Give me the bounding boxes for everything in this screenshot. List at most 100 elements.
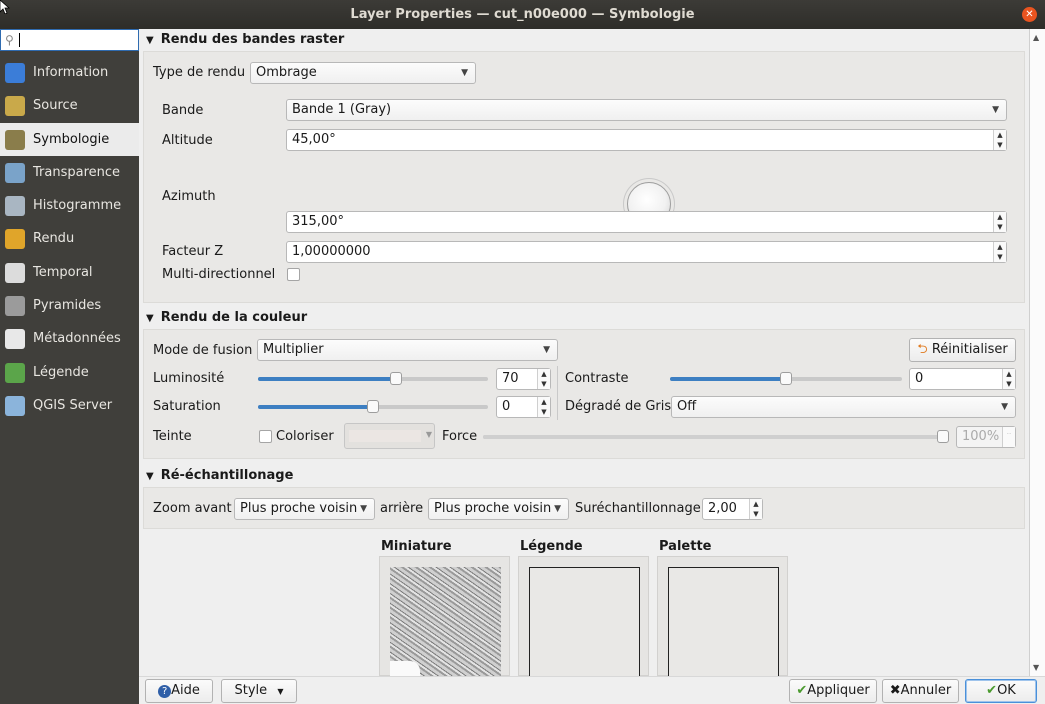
grayscale-label: Dégradé de Gris <box>565 399 672 414</box>
sidebar-item-label: Information <box>33 65 109 80</box>
apply-label: Appliquer <box>807 683 870 698</box>
metadata-icon <box>5 329 25 350</box>
saturation-spinbox[interactable]: 0 ▲ ▼ <box>496 396 551 418</box>
colorize-color-button[interactable]: ▼ <box>344 423 435 449</box>
saturation-label: Saturation <box>153 399 221 414</box>
section-header-resampling[interactable]: ▼ Ré-échantillonage <box>139 465 1029 487</box>
server-icon <box>5 395 25 416</box>
help-icon: ? <box>158 685 172 698</box>
chevron-down-icon: ▼ <box>461 68 468 78</box>
colorize-checkbox[interactable] <box>259 430 272 443</box>
spin-arrows-icon[interactable]: ▲ ▼ <box>537 397 550 417</box>
oversampling-value: 2,00 <box>708 501 737 516</box>
chevron-down-icon: ▼ <box>1001 402 1008 412</box>
color-swatch <box>349 430 421 442</box>
legend-frame <box>529 567 640 676</box>
oversampling-spinbox[interactable]: 2,00 ▲ ▼ <box>702 498 763 520</box>
sidebar-item-histogramme[interactable]: Histogramme <box>0 189 139 222</box>
blend-mode-label: Mode de fusion <box>153 343 253 358</box>
scroll-up-icon[interactable]: ▲ <box>1033 33 1039 42</box>
scroll-down-icon[interactable]: ▼ <box>1033 663 1039 672</box>
saturation-slider[interactable] <box>258 400 488 413</box>
window-titlebar[interactable]: Layer Properties — cut_n00e000 — Symbolo… <box>0 0 1045 29</box>
spin-arrows-icon[interactable]: ▲ ▼ <box>993 130 1006 150</box>
sidebar-item-temporal[interactable]: Temporal <box>0 256 139 289</box>
render-type-select[interactable]: Ombrage ▼ <box>250 62 476 84</box>
slider-fill <box>258 377 396 381</box>
render-type-label: Type de rendu <box>153 65 246 80</box>
slider-handle[interactable] <box>367 400 379 413</box>
slider-handle[interactable] <box>937 430 949 443</box>
force-slider[interactable] <box>483 430 949 443</box>
search-input[interactable]: ⚲ <box>0 29 139 51</box>
brightness-slider[interactable] <box>258 372 488 385</box>
vertical-scrollbar[interactable]: ▲ ▼ <box>1029 29 1045 676</box>
azimuth-spinbox[interactable]: 315,00° ▲ ▼ <box>286 211 1007 233</box>
cancel-icon: ✖ <box>889 683 901 698</box>
zfactor-spinbox[interactable]: 1,00000000 ▲ ▼ <box>286 241 1007 263</box>
reset-button[interactable]: ⮌ Réinitialiser <box>909 338 1016 362</box>
section-title: Rendu de la couleur <box>160 310 308 325</box>
band-select[interactable]: Bande 1 (Gray) ▼ <box>286 99 1007 121</box>
multidirectional-checkbox[interactable] <box>287 268 300 281</box>
azimuth-value: 315,00° <box>292 214 344 229</box>
spin-arrows-icon[interactable]: ▲ ▼ <box>993 242 1006 262</box>
reset-label: Réinitialiser <box>931 342 1008 357</box>
zoom-out-select[interactable]: Plus proche voisin ▼ <box>428 498 569 520</box>
sidebar-item-m-tadonn-es[interactable]: Métadonnées <box>0 322 139 355</box>
zoom-in-select[interactable]: Plus proche voisin ▼ <box>234 498 375 520</box>
sidebar-item-rendu[interactable]: Rendu <box>0 222 139 255</box>
slider-fill <box>258 405 373 409</box>
thumbnail-title: Miniature <box>381 539 452 554</box>
sidebar-item-l-gende[interactable]: Légende <box>0 356 139 389</box>
brightness-value: 70 <box>502 371 519 386</box>
slider-handle[interactable] <box>780 372 792 385</box>
sidebar-item-source[interactable]: Source <box>0 89 139 122</box>
brush-icon <box>5 229 25 250</box>
zoom-in-label: Zoom avant <box>153 501 232 516</box>
contrast-slider[interactable] <box>670 372 902 385</box>
contrast-spinbox[interactable]: 0 ▲ ▼ <box>909 368 1016 390</box>
checkmark-icon: ✔ <box>986 683 998 698</box>
spin-arrows-icon: .. <box>1002 427 1015 447</box>
spin-arrows-icon[interactable]: ▲ ▼ <box>749 499 762 519</box>
section-header-color[interactable]: ▼ Rendu de la couleur <box>139 307 1029 329</box>
sidebar-item-pyramides[interactable]: Pyramides <box>0 289 139 322</box>
altitude-spinbox[interactable]: 45,00° ▲ ▼ <box>286 129 1007 151</box>
contrast-label: Contraste <box>565 371 629 386</box>
close-icon[interactable]: ✕ <box>1022 7 1037 22</box>
thumbnail-preview <box>379 556 510 676</box>
sidebar-item-transparence[interactable]: Transparence <box>0 156 139 189</box>
spin-arrows-icon[interactable]: ▲ ▼ <box>993 212 1006 232</box>
blend-mode-value: Multiplier <box>263 342 324 357</box>
histogram-icon <box>5 196 25 217</box>
cancel-button[interactable]: ✖Annuler <box>882 679 959 703</box>
apply-button[interactable]: ✔Appliquer <box>789 679 877 703</box>
help-button[interactable]: ? Aide <box>145 679 213 703</box>
pyramid-icon <box>5 296 25 317</box>
contrast-value: 0 <box>915 371 924 386</box>
azimuth-label: Azimuth <box>162 189 216 204</box>
main-pane: ▼ Rendu des bandes raster Type de rendu O… <box>139 29 1029 676</box>
palette-preview <box>657 556 788 676</box>
band-value: Bande 1 (Gray) <box>292 102 392 117</box>
resampling-panel: Zoom avant Plus proche voisin ▼ arrière … <box>143 487 1025 529</box>
style-button[interactable]: Style ▼ <box>221 679 297 703</box>
blend-mode-select[interactable]: Multiplier ▼ <box>257 339 558 361</box>
text-caret <box>19 33 20 47</box>
force-label: Force <box>442 429 478 444</box>
grayscale-select[interactable]: Off ▼ <box>671 396 1016 418</box>
sidebar-item-symbologie[interactable]: Symbologie <box>0 122 139 156</box>
sidebar-item-qgis-server[interactable]: QGIS Server <box>0 389 139 422</box>
section-header-raster[interactable]: ▼ Rendu des bandes raster <box>139 29 1029 51</box>
sidebar-item-label: Rendu <box>33 231 75 247</box>
ok-button[interactable]: ✔OK <box>965 679 1037 703</box>
spin-arrows-icon[interactable]: ▲ ▼ <box>537 369 550 389</box>
spin-arrows-icon[interactable]: ▲ ▼ <box>1002 369 1015 389</box>
chevron-down-icon: ▼ <box>360 504 367 514</box>
brightness-spinbox[interactable]: 70 ▲ ▼ <box>496 368 551 390</box>
chevron-down-icon: ▼ <box>543 345 550 355</box>
force-value: 100% <box>962 429 1000 444</box>
sidebar-item-information[interactable]: Information <box>0 56 139 89</box>
slider-handle[interactable] <box>390 372 402 385</box>
